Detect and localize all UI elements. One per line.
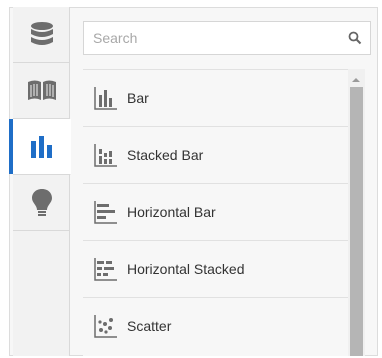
list-item-horizontal-stacked[interactable]: Horizontal Stacked [83, 240, 348, 297]
lightbulb-icon [31, 188, 53, 218]
bar-chart-type-icon [93, 85, 119, 111]
tab-library[interactable] [13, 63, 70, 119]
tab-visualizations[interactable] [9, 119, 71, 175]
horizontal-stacked-chart-type-icon [93, 256, 119, 282]
list-item-label: Stacked Bar [127, 147, 204, 163]
list-item-label: Horizontal Stacked [127, 261, 245, 277]
list-item-label: Scatter [127, 318, 172, 334]
list-item-bar[interactable]: Bar [83, 69, 348, 126]
list-item-label: Horizontal Bar [127, 204, 216, 220]
book-icon [27, 79, 57, 103]
tab-insights[interactable] [13, 175, 70, 231]
list-item-scatter[interactable]: Scatter [83, 297, 348, 354]
list-item-label: Bar [127, 90, 149, 106]
scrollbar-thumb[interactable] [350, 87, 363, 356]
database-icon [29, 21, 55, 49]
bar-chart-icon [30, 135, 54, 159]
list-item-stacked-bar[interactable]: Stacked Bar [83, 126, 348, 183]
scatter-chart-type-icon [93, 313, 119, 339]
search-box [83, 21, 371, 55]
scroll-up-arrow-icon[interactable] [350, 72, 362, 82]
tab-data[interactable] [13, 7, 70, 63]
stacked-bar-chart-type-icon [93, 142, 119, 168]
list-item-horizontal-bar[interactable]: Horizontal Bar [83, 183, 348, 240]
search-input[interactable] [93, 22, 333, 54]
search-icon[interactable] [348, 31, 362, 45]
horizontal-bar-chart-type-icon [93, 199, 119, 225]
chart-type-list: Bar Stacked Bar Horizontal Bar Horizonta… [83, 69, 348, 356]
side-tab-rail [9, 7, 71, 356]
